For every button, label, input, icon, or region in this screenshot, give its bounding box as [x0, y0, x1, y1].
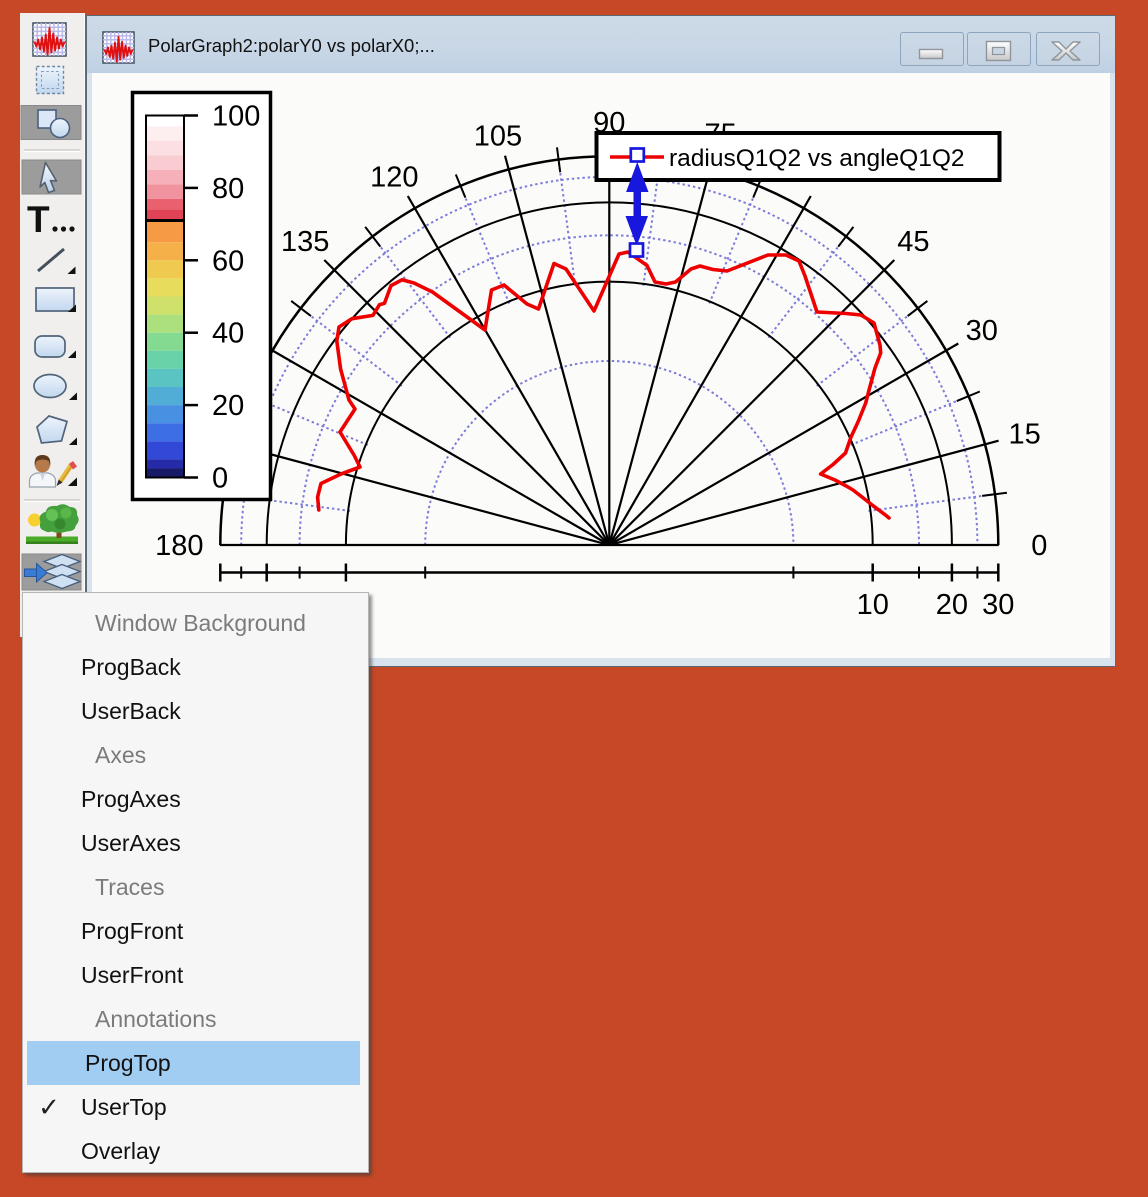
svg-text:180: 180 [155, 530, 203, 562]
svg-text:20: 20 [212, 390, 244, 422]
svg-text:0: 0 [1031, 530, 1047, 562]
svg-text:100: 100 [212, 101, 260, 133]
svg-text:30: 30 [966, 315, 998, 347]
svg-text:0: 0 [212, 463, 228, 495]
svg-text:40: 40 [212, 318, 244, 350]
svg-text:105: 105 [474, 121, 522, 153]
svg-text:T: T [27, 199, 50, 240]
svg-text:30: 30 [982, 589, 1014, 621]
svg-text:60: 60 [212, 245, 244, 277]
svg-text:45: 45 [897, 226, 929, 258]
svg-text:15: 15 [1008, 419, 1040, 451]
svg-text:radiusQ1Q2 vs angleQ1Q2: radiusQ1Q2 vs angleQ1Q2 [669, 145, 965, 172]
svg-text:120: 120 [370, 162, 418, 194]
svg-text:135: 135 [281, 226, 329, 258]
svg-text:20: 20 [936, 589, 968, 621]
svg-text:80: 80 [212, 173, 244, 205]
svg-text:10: 10 [857, 589, 889, 621]
